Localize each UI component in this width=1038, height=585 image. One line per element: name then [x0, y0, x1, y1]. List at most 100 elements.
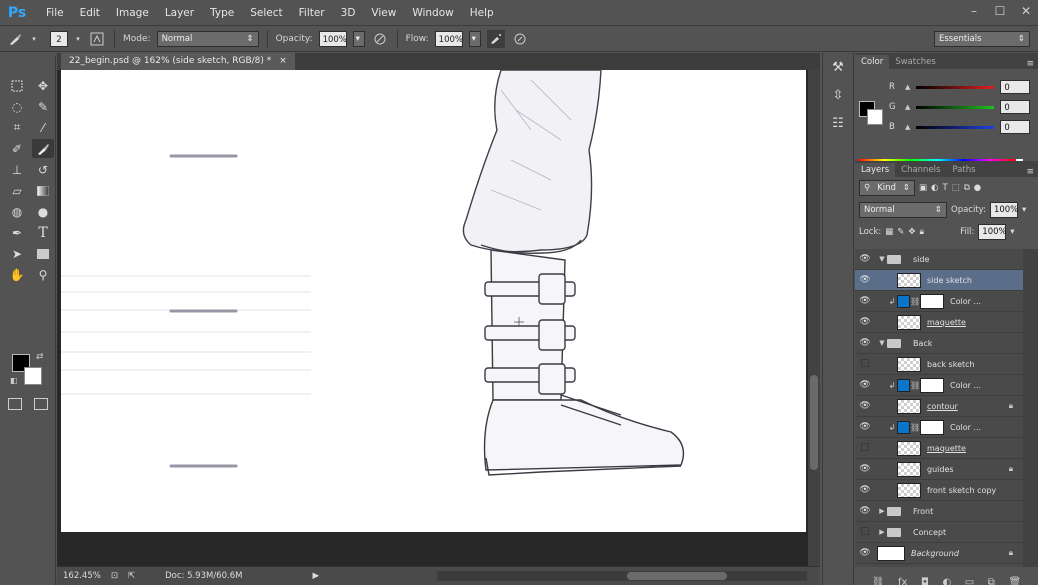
tab-close-icon[interactable]: ×	[279, 53, 287, 70]
pressure-size-icon[interactable]	[511, 30, 529, 48]
layer-style-icon[interactable]: fx	[898, 577, 907, 585]
menu-view[interactable]: View	[363, 0, 404, 26]
chain-link-icon[interactable]: ⛓	[910, 381, 920, 390]
adjustment-layer-icon[interactable]: ◐	[942, 577, 951, 585]
menu-layer[interactable]: Layer	[157, 0, 202, 26]
layer-name[interactable]: side sketch	[921, 276, 972, 285]
panel-menu-icon[interactable]: ≡	[1026, 167, 1038, 177]
dodge-tool-icon[interactable]: ●	[32, 202, 54, 221]
fill-field[interactable]: 100%	[978, 224, 1007, 240]
chevron-down-icon[interactable]: ▾	[1022, 205, 1026, 215]
layer-name[interactable]: maquette	[921, 318, 966, 327]
layer-name[interactable]: guides	[921, 465, 954, 474]
canvas[interactable]	[61, 70, 806, 532]
visibility-off-box[interactable]	[855, 526, 875, 538]
marquee-tool-icon[interactable]	[6, 76, 28, 95]
background-color-swatch[interactable]	[24, 367, 42, 385]
filter-kind-select[interactable]: ⚲ Kind ⇕	[859, 180, 915, 196]
layer-name[interactable]: Color ...	[944, 381, 981, 390]
channel-slider[interactable]	[916, 105, 995, 109]
layer-row[interactable]: ▶ Concept	[855, 522, 1023, 543]
opacity-dropdown[interactable]: ▾	[352, 31, 365, 47]
brush-size-field[interactable]: 2	[50, 31, 68, 47]
menu-help[interactable]: Help	[462, 0, 502, 26]
lock-position-icon[interactable]: ✥	[908, 227, 915, 237]
filter-shape-icon[interactable]: ⬚	[952, 183, 960, 193]
vertical-scroll-thumb[interactable]	[810, 375, 818, 470]
lock-all-icon[interactable]: 🔒︎	[920, 227, 925, 237]
lock-pixels-icon[interactable]: ✎	[897, 227, 904, 237]
layer-name[interactable]: Concept	[907, 528, 946, 537]
expand-triangle-down-icon[interactable]: ▼	[877, 339, 887, 347]
eye-icon[interactable]: 👁︎	[855, 317, 875, 327]
export-icon[interactable]: ⇱	[128, 571, 135, 581]
quick-mask-icon[interactable]	[8, 398, 22, 410]
adjustments-panel-icon[interactable]: ⇳	[827, 85, 849, 107]
menu-type[interactable]: Type	[202, 0, 242, 26]
eraser-tool-icon[interactable]: ▱	[6, 181, 28, 200]
tab-swatches[interactable]: Swatches	[889, 55, 942, 69]
color-background-swatch[interactable]	[867, 109, 883, 125]
layer-row[interactable]: 👁︎ side sketch	[855, 270, 1023, 291]
path-selection-tool-icon[interactable]: ➤	[6, 244, 28, 263]
channel-value[interactable]: 0	[1000, 80, 1031, 94]
horizontal-scrollbar[interactable]	[437, 571, 807, 581]
workspace-select[interactable]: Essentials ⇕	[934, 31, 1030, 47]
status-menu-icon[interactable]: ▶	[312, 571, 319, 581]
tab-channels[interactable]: Channels	[895, 163, 946, 177]
layer-name[interactable]: Front	[907, 507, 933, 516]
filter-toggle-icon[interactable]: ●	[974, 183, 981, 193]
slider-thumb-icon[interactable]: ▲	[905, 123, 910, 131]
pen-tool-icon[interactable]: ✒	[6, 223, 28, 242]
hand-tool-icon[interactable]: ✋	[6, 265, 28, 284]
layer-row[interactable]: 👁︎ ↲ ⛓ Color ...	[855, 291, 1023, 312]
close-icon[interactable]: ✕	[1018, 3, 1034, 19]
zoom-level[interactable]: 162.45%	[63, 571, 101, 581]
flow-dropdown[interactable]: ▾	[468, 31, 481, 47]
move-tool-icon[interactable]: ✥	[32, 76, 54, 95]
blend-mode-select[interactable]: Normal ⇕	[859, 202, 947, 218]
chevron-down-icon[interactable]: ▾	[1010, 227, 1014, 237]
clone-stamp-tool-icon[interactable]: ⊥	[6, 160, 28, 179]
document-tab[interactable]: 22_begin.psd @ 162% (side sketch, RGB/8)…	[61, 53, 295, 70]
minimize-icon[interactable]: –	[966, 3, 982, 19]
channel-slider[interactable]	[916, 125, 995, 129]
filter-adjustment-icon[interactable]: ◐	[931, 183, 938, 193]
layer-row[interactable]: 👁︎ maquette	[855, 312, 1023, 333]
layer-list-scrollbar[interactable]	[1023, 249, 1038, 567]
maximize-icon[interactable]: ☐	[992, 3, 1008, 19]
layer-row[interactable]: 👁︎ front sketch copy	[855, 480, 1023, 501]
gradient-tool-icon[interactable]	[32, 181, 54, 200]
mode-select[interactable]: Normal ⇕	[156, 31, 259, 47]
pressure-opacity-icon[interactable]	[371, 30, 389, 48]
eye-icon[interactable]: 👁︎	[855, 275, 875, 285]
layer-name[interactable]: contour	[921, 402, 958, 411]
flow-field[interactable]: 100%	[434, 31, 463, 47]
eye-icon[interactable]: 👁︎	[855, 296, 875, 306]
slider-thumb-icon[interactable]: ▲	[905, 83, 910, 91]
channel-value[interactable]: 0	[1000, 120, 1031, 134]
panel-menu-icon[interactable]: ≡	[1026, 59, 1038, 69]
link-layers-icon[interactable]: ⛓	[872, 577, 885, 585]
expand-triangle-right-icon[interactable]: ▶	[877, 528, 887, 536]
brush-tool-icon[interactable]	[32, 139, 54, 158]
menu-3d[interactable]: 3D	[333, 0, 364, 26]
menu-file[interactable]: File	[38, 0, 72, 26]
eye-icon[interactable]: 👁︎	[855, 401, 875, 411]
menu-window[interactable]: Window	[404, 0, 461, 26]
layer-row[interactable]: 👁︎ ↲ ⛓ Color ...	[855, 417, 1023, 438]
eye-icon[interactable]: 👁︎	[855, 485, 875, 495]
brush-panel-toggle-icon[interactable]	[88, 30, 106, 48]
layer-row[interactable]: 👁︎ ▼ side	[855, 249, 1023, 270]
layer-name[interactable]: front sketch copy	[921, 486, 996, 495]
menu-edit[interactable]: Edit	[72, 0, 108, 26]
expand-triangle-right-icon[interactable]: ▶	[877, 507, 887, 515]
eye-icon[interactable]: 👁︎	[855, 548, 875, 558]
layer-name[interactable]: back sketch	[921, 360, 975, 369]
type-tool-icon[interactable]: T	[32, 223, 54, 242]
eye-icon[interactable]: 👁︎	[855, 464, 875, 474]
swap-colors-icon[interactable]: ⇄	[36, 352, 44, 362]
horizontal-scroll-thumb[interactable]	[627, 572, 727, 580]
layer-name[interactable]: Color ...	[944, 423, 981, 432]
menu-select[interactable]: Select	[242, 0, 290, 26]
